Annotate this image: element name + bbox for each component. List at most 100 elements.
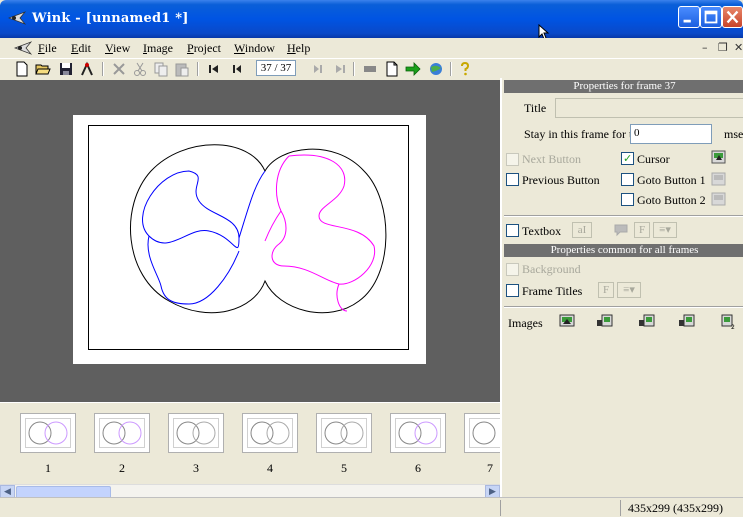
frame-border: [88, 125, 409, 350]
goto-button-2-checkbox[interactable]: [621, 193, 634, 206]
menu-image[interactable]: Image: [143, 41, 173, 56]
last-frame-icon[interactable]: [332, 61, 348, 77]
image-size-readout: 435x299 (435x299): [628, 501, 723, 515]
status-separator: [620, 500, 621, 516]
new-file-icon[interactable]: [14, 61, 30, 77]
frame-thumbnail[interactable]: [168, 413, 224, 453]
image-center-icon[interactable]: [638, 312, 656, 330]
export-arrow-icon[interactable]: [405, 61, 421, 77]
menu-window[interactable]: Window: [234, 41, 275, 56]
frame-thumbnail[interactable]: [464, 413, 501, 453]
frame-thumbnail[interactable]: [242, 413, 298, 453]
copy-icon[interactable]: [153, 61, 169, 77]
frame-titles-checkbox[interactable]: [506, 284, 519, 297]
thumbnail-preview: [25, 418, 71, 448]
status-bar: 435x299 (435x299): [0, 497, 743, 517]
frame-titles-font-button[interactable]: F: [598, 282, 614, 298]
frame-counter-field[interactable]: 37 / 37: [256, 60, 296, 76]
delete-icon[interactable]: [111, 61, 127, 77]
thumbnail-preview: [395, 418, 441, 448]
svg-text:2: 2: [731, 324, 735, 330]
textbox-style-button[interactable]: aI: [572, 222, 592, 238]
image-icon[interactable]: [558, 312, 576, 330]
background-checkbox[interactable]: [506, 263, 519, 276]
minimize-button[interactable]: [678, 6, 700, 28]
toolbar-separator: [450, 62, 452, 76]
panel-divider: [504, 306, 743, 308]
help-icon[interactable]: [457, 61, 473, 77]
cursor-label: Cursor: [637, 152, 670, 166]
save-icon[interactable]: [58, 61, 74, 77]
canvas-area: [0, 80, 500, 402]
frame-thumbnail[interactable]: [20, 413, 76, 453]
next-button-checkbox[interactable]: [506, 153, 519, 166]
textbox-checkbox[interactable]: [506, 224, 519, 237]
wink-app-icon[interactable]: [8, 11, 26, 25]
frame-thumbnail[interactable]: [390, 413, 446, 453]
stay-time-input[interactable]: 0: [630, 124, 712, 144]
menu-help[interactable]: Help: [287, 41, 310, 56]
first-frame-icon[interactable]: [206, 61, 222, 77]
next-frame-icon[interactable]: [310, 61, 326, 77]
page-icon[interactable]: [384, 61, 400, 77]
frame-canvas[interactable]: [73, 115, 426, 364]
menu-file[interactable]: File: [38, 41, 57, 56]
frame-title-input[interactable]: [555, 98, 743, 118]
frame-thumbnail[interactable]: [94, 413, 150, 453]
thumbnail-label: 6: [415, 461, 421, 475]
frame-list-icon[interactable]: [362, 61, 378, 77]
cursor-checkbox[interactable]: ✓: [621, 152, 634, 165]
goto-button-1-checkbox[interactable]: [621, 173, 634, 186]
frame-thumbnail[interactable]: [316, 413, 372, 453]
status-separator: [500, 500, 501, 516]
cut-icon[interactable]: [132, 61, 148, 77]
thumbnail-label: 2: [119, 461, 125, 475]
previous-button-checkbox[interactable]: [506, 173, 519, 186]
font-button[interactable]: F: [634, 222, 650, 238]
mdi-restore-icon[interactable]: ❐: [718, 41, 728, 54]
thumbnail-label: 7: [487, 461, 493, 475]
paste-icon[interactable]: [174, 61, 190, 77]
open-folder-icon[interactable]: [35, 61, 51, 77]
menu-project[interactable]: Project: [187, 41, 221, 56]
images-label: Images: [508, 316, 543, 330]
mdi-close-icon[interactable]: ✕: [734, 41, 743, 54]
speech-bubble-icon[interactable]: [612, 221, 630, 239]
thumbnail-label: 1: [45, 461, 51, 475]
image-right-icon[interactable]: [678, 312, 696, 330]
checkmark-icon: ✓: [623, 152, 633, 165]
image-left-icon[interactable]: [596, 312, 614, 330]
thumbnail-preview: [247, 418, 293, 448]
image-numbered-icon[interactable]: 2: [718, 312, 736, 330]
browser-preview-icon[interactable]: [428, 61, 444, 77]
close-button[interactable]: [722, 6, 743, 28]
common-properties-header: Properties common for all frames: [504, 244, 743, 257]
textbox-label: Textbox: [522, 224, 562, 238]
render-icon[interactable]: [79, 61, 95, 77]
goto-button-1-settings-icon[interactable]: [710, 170, 728, 188]
title-bar: Wink - [unnamed1 *]: [0, 0, 743, 38]
title-label: Title: [524, 101, 547, 115]
thumbnail-label: 3: [193, 461, 199, 475]
maximize-button[interactable]: [700, 6, 722, 28]
frame-properties-header: Properties for frame 37: [504, 80, 743, 93]
thumbnail-preview: [469, 418, 501, 448]
frame-titles-align-button[interactable]: ≡▾: [617, 282, 641, 298]
goto-button-2-settings-icon[interactable]: [710, 190, 728, 208]
goto-button-2-label: Goto Button 2: [637, 193, 706, 207]
window-title: Wink - [unnamed1 *]: [32, 11, 189, 26]
frame-titles-label: Frame Titles: [522, 284, 583, 298]
toolbar-separator: [102, 62, 104, 76]
menu-edit[interactable]: Edit: [71, 41, 91, 56]
panel-divider: [504, 215, 743, 217]
properties-panel: Properties for frame 37 Title Stay in th…: [500, 78, 743, 497]
thumbnail-label: 5: [341, 461, 347, 475]
previous-frame-icon[interactable]: [229, 61, 245, 77]
mdi-minimize-icon[interactable]: –: [702, 41, 708, 54]
document-app-icon[interactable]: [14, 41, 32, 55]
frame-drawing: [129, 144, 387, 314]
align-dropdown-button[interactable]: ≡▾: [653, 222, 677, 238]
thumbnail-preview: [99, 418, 145, 448]
menu-view[interactable]: View: [105, 41, 130, 56]
cursor-settings-icon[interactable]: [710, 148, 728, 166]
